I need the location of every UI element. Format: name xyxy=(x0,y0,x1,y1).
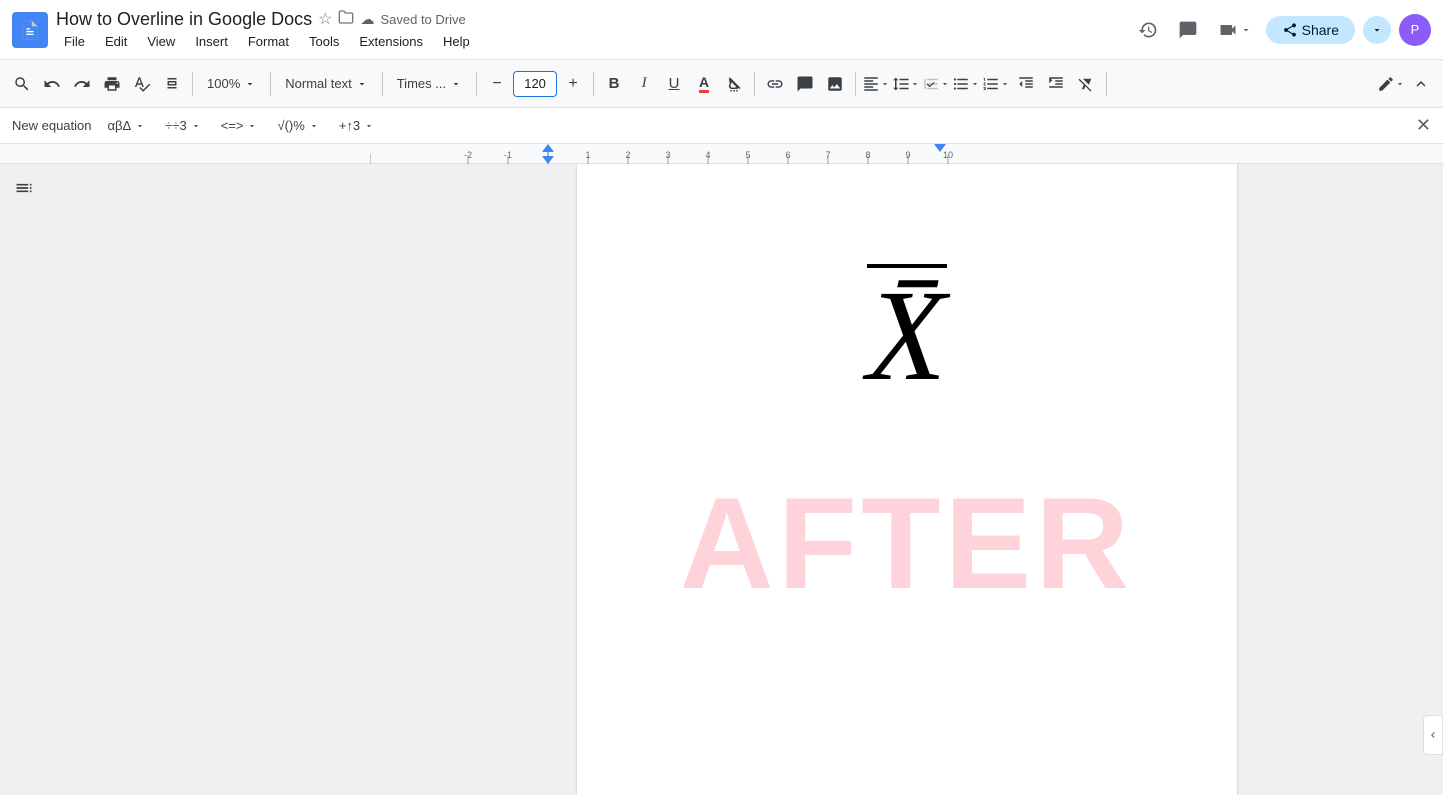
indent-increase-button[interactable] xyxy=(1042,70,1070,98)
image-button[interactable] xyxy=(821,70,849,98)
svg-text:8: 8 xyxy=(865,150,870,160)
ordered-list-button[interactable] xyxy=(982,70,1010,98)
right-panel-collapse[interactable] xyxy=(1423,715,1443,755)
list-button[interactable] xyxy=(952,70,980,98)
user-avatar[interactable]: P xyxy=(1399,14,1431,46)
menu-help[interactable]: Help xyxy=(435,32,478,51)
title-row: How to Overline in Google Docs ☆ ☁ Saved… xyxy=(56,9,1124,30)
menu-extensions[interactable]: Extensions xyxy=(351,32,431,51)
doc-title[interactable]: How to Overline in Google Docs xyxy=(56,9,312,30)
svg-text:7: 7 xyxy=(825,150,830,160)
meet-button[interactable] xyxy=(1212,14,1258,46)
equation-bar: New equation αβΔ ÷÷3 <=> √()% +↑3 ✕ xyxy=(0,108,1443,144)
search-toolbar-button[interactable] xyxy=(8,70,36,98)
saved-status: Saved to Drive xyxy=(380,12,465,27)
divider-8 xyxy=(1106,72,1107,96)
font-dropdown[interactable]: Times ... xyxy=(389,72,470,95)
svg-text:10: 10 xyxy=(943,150,953,160)
share-dropdown-arrow[interactable] xyxy=(1363,16,1391,44)
ruler-inner: -2 -1 1 2 3 4 5 6 7 8 9 10 xyxy=(370,144,1443,163)
divider-1 xyxy=(192,72,193,96)
folder-icon[interactable] xyxy=(338,9,354,30)
arrows-dropdown[interactable]: <=> xyxy=(217,116,262,135)
paintformat-button[interactable] xyxy=(158,70,186,98)
svg-text:5: 5 xyxy=(745,150,750,160)
menu-file[interactable]: File xyxy=(56,32,93,51)
text-style-dropdown[interactable]: Normal text xyxy=(277,72,375,95)
doc-page: X̄ AFTER xyxy=(577,164,1237,795)
text-color-button[interactable]: A xyxy=(690,70,718,98)
misc-dropdown[interactable]: √()% xyxy=(273,116,322,135)
zoom-dropdown[interactable]: 100% xyxy=(199,72,264,95)
share-label: Share xyxy=(1302,22,1339,38)
equation-close-button[interactable]: ✕ xyxy=(1416,115,1431,136)
menu-bar: File Edit View Insert Format Tools Exten… xyxy=(56,32,1124,51)
doc-icon xyxy=(12,12,48,48)
align-button[interactable] xyxy=(862,70,890,98)
collapse-toolbar-button[interactable] xyxy=(1407,70,1435,98)
sidebar-left xyxy=(0,164,370,795)
indent-decrease-button[interactable] xyxy=(1012,70,1040,98)
history-button[interactable] xyxy=(1132,14,1164,46)
outline-toggle[interactable] xyxy=(8,172,40,204)
cloud-icon: ☁ xyxy=(360,11,374,28)
svg-text:4: 4 xyxy=(705,150,710,160)
print-button[interactable] xyxy=(98,70,126,98)
comment-button[interactable] xyxy=(1172,14,1204,46)
svg-text:6: 6 xyxy=(785,150,790,160)
divider-5 xyxy=(593,72,594,96)
menu-view[interactable]: View xyxy=(139,32,183,51)
divider-3 xyxy=(382,72,383,96)
title-bar: How to Overline in Google Docs ☆ ☁ Saved… xyxy=(0,0,1443,60)
ruler: -2 -1 1 2 3 4 5 6 7 8 9 10 xyxy=(0,144,1443,164)
menu-format[interactable]: Format xyxy=(240,32,297,51)
clear-formatting-button[interactable] xyxy=(1072,70,1100,98)
svg-text:1: 1 xyxy=(585,150,590,160)
redo-button[interactable] xyxy=(68,70,96,98)
text-style-label: Normal text xyxy=(285,76,351,91)
divider-6 xyxy=(754,72,755,96)
undo-button[interactable] xyxy=(38,70,66,98)
font-name-label: Times ... xyxy=(397,76,446,91)
title-section: How to Overline in Google Docs ☆ ☁ Saved… xyxy=(56,9,1124,51)
operations-dropdown[interactable]: ÷÷3 xyxy=(161,116,205,135)
font-size-increase[interactable]: + xyxy=(559,70,587,98)
after-text-watermark: AFTER xyxy=(680,468,1133,618)
greek-letters-dropdown[interactable]: αβΔ xyxy=(104,116,150,135)
accent-dropdown[interactable]: +↑3 xyxy=(335,116,378,135)
divider-4 xyxy=(476,72,477,96)
x-symbol: X̄ xyxy=(867,265,946,408)
link-button[interactable] xyxy=(761,70,789,98)
highlight-button[interactable] xyxy=(720,70,748,98)
toolbar: 100% Normal text Times ... − + B I U A xyxy=(0,60,1443,108)
svg-text:9: 9 xyxy=(905,150,910,160)
checklist-button[interactable] xyxy=(922,70,950,98)
italic-button[interactable]: I xyxy=(630,70,658,98)
comment-inline-button[interactable] xyxy=(791,70,819,98)
divider-7 xyxy=(855,72,856,96)
overline-x-container: X̄ xyxy=(867,264,947,408)
font-size-input[interactable] xyxy=(513,71,557,97)
line-spacing-button[interactable] xyxy=(892,70,920,98)
svg-text:2: 2 xyxy=(625,150,630,160)
pen-dropdown[interactable] xyxy=(1377,70,1405,98)
toolbar-right xyxy=(1377,70,1435,98)
menu-tools[interactable]: Tools xyxy=(301,32,347,51)
star-icon[interactable]: ☆ xyxy=(318,9,332,29)
font-size-decrease[interactable]: − xyxy=(483,70,511,98)
bold-button[interactable]: B xyxy=(600,70,628,98)
new-equation-label[interactable]: New equation xyxy=(12,118,92,133)
doc-canvas[interactable]: X̄ AFTER xyxy=(370,164,1443,795)
underline-button[interactable]: U xyxy=(660,70,688,98)
menu-edit[interactable]: Edit xyxy=(97,32,135,51)
svg-text:3: 3 xyxy=(665,150,670,160)
menu-insert[interactable]: Insert xyxy=(187,32,236,51)
spellcheck-button[interactable] xyxy=(128,70,156,98)
divider-2 xyxy=(270,72,271,96)
title-bar-right: Share P xyxy=(1132,14,1431,46)
main-area: X̄ AFTER xyxy=(0,164,1443,795)
share-button[interactable]: Share xyxy=(1266,16,1355,44)
